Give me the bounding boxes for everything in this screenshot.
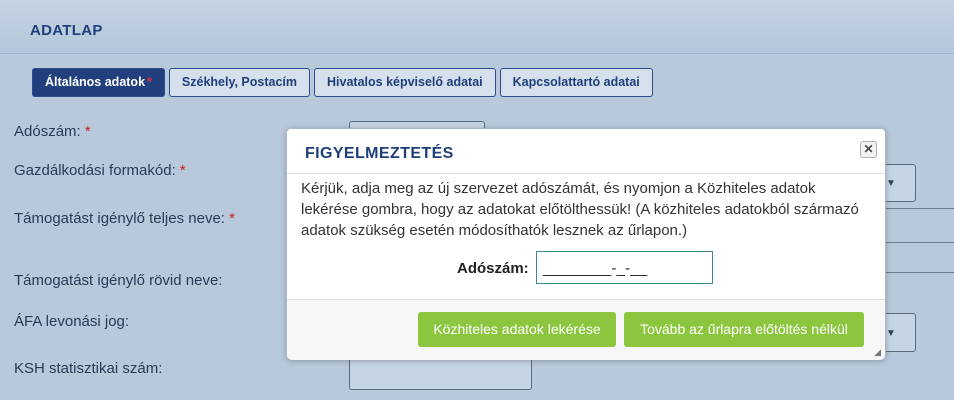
- dialog-divider: [287, 173, 885, 174]
- fetch-public-data-button[interactable]: Közhiteles adatok lekérése: [418, 312, 616, 347]
- tab-label: Általános adatok: [45, 75, 146, 89]
- chevron-down-icon: ▼: [886, 328, 896, 339]
- tab-contact-person[interactable]: Kapcsolattartó adatai: [499, 68, 653, 97]
- dialog-title: FIGYELMEZTETÉS: [305, 145, 454, 162]
- tab-official-representative[interactable]: Hivatalos képviselő adatai: [314, 68, 496, 97]
- field-label-short-name: Támogatást igénylő rövid neve:: [14, 272, 223, 289]
- warning-dialog: FIGYELMEZTETÉS ✕ Kérjük, adja meg az új …: [286, 128, 886, 360]
- required-mark: *: [147, 75, 152, 89]
- dialog-message: Kérjük, adja meg az új szervezet adószám…: [301, 180, 859, 239]
- dialog-footer: Közhiteles adatok lekérése Tovább az űrl…: [287, 299, 885, 360]
- chevron-down-icon: ▼: [886, 178, 896, 189]
- dialog-tax-label: Adószám:: [457, 260, 529, 277]
- tab-headquarters[interactable]: Székhely, Postacím: [168, 68, 311, 97]
- field-label-business-form-code: Gazdálkodási formakód: *: [14, 162, 186, 179]
- field-label-vat-deduction: ÁFA levonási jog:: [14, 313, 130, 330]
- short-name-input-edge: [884, 242, 954, 243]
- continue-without-prefill-button[interactable]: Tovább az űrlapra előtöltés nélkül: [624, 312, 864, 347]
- page-title: ADATLAP: [30, 22, 103, 39]
- resize-grip-icon[interactable]: ◢: [874, 347, 881, 358]
- field-label-ksh-number: KSH statisztikai szám:: [14, 360, 163, 377]
- close-icon[interactable]: ✕: [860, 141, 877, 158]
- dialog-tax-input[interactable]: [536, 251, 713, 284]
- header-bar: ADATLAP: [0, 0, 954, 54]
- short-name-input-edge-2: [884, 272, 954, 273]
- full-name-input-edge: [884, 208, 954, 209]
- field-label-tax-number: Adószám: *: [14, 123, 91, 140]
- field-label-full-name: Támogatást igénylő teljes neve: *: [14, 210, 235, 227]
- tab-bar: Általános adatok * Székhely, Postacím Hiv…: [32, 68, 653, 97]
- tab-general-data[interactable]: Általános adatok *: [32, 68, 165, 97]
